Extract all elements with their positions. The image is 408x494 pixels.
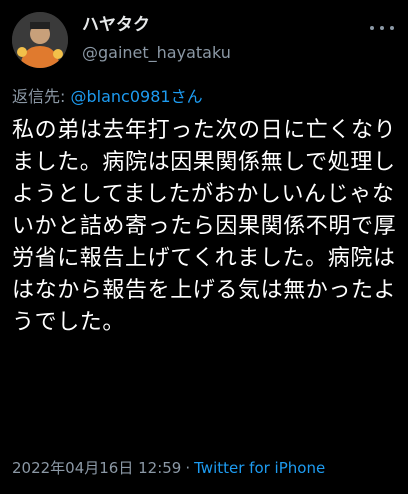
- reply-prefix: 返信先:: [12, 87, 66, 106]
- user-avatar-icon[interactable]: [12, 12, 68, 68]
- tweet-text: 私の弟は去年打った次の日に亡くなりました。病院は因果関係無しで処理しようとしてま…: [12, 118, 397, 335]
- dot: [380, 26, 384, 30]
- tweet-card: ハヤタク @gainet_hayataku 返信先: @blanc0981さん …: [0, 0, 408, 494]
- user-info: ハヤタク @gainet_hayataku: [82, 14, 231, 64]
- meta-separator: ·: [185, 459, 191, 477]
- reply-target-link[interactable]: @blanc0981さん: [71, 87, 203, 106]
- dot: [390, 26, 394, 30]
- reply-context: 返信先: @blanc0981さん: [12, 86, 203, 108]
- tweet-meta: 2022年04月16日 12:59 · Twitter for iPhone: [12, 458, 325, 478]
- timestamp[interactable]: 2022年04月16日 12:59: [12, 459, 181, 477]
- more-options-icon[interactable]: [370, 22, 394, 34]
- dot: [370, 26, 374, 30]
- display-name[interactable]: ハヤタク: [82, 14, 231, 36]
- user-handle[interactable]: @gainet_hayataku: [82, 42, 231, 64]
- source-link[interactable]: Twitter for iPhone: [194, 459, 325, 477]
